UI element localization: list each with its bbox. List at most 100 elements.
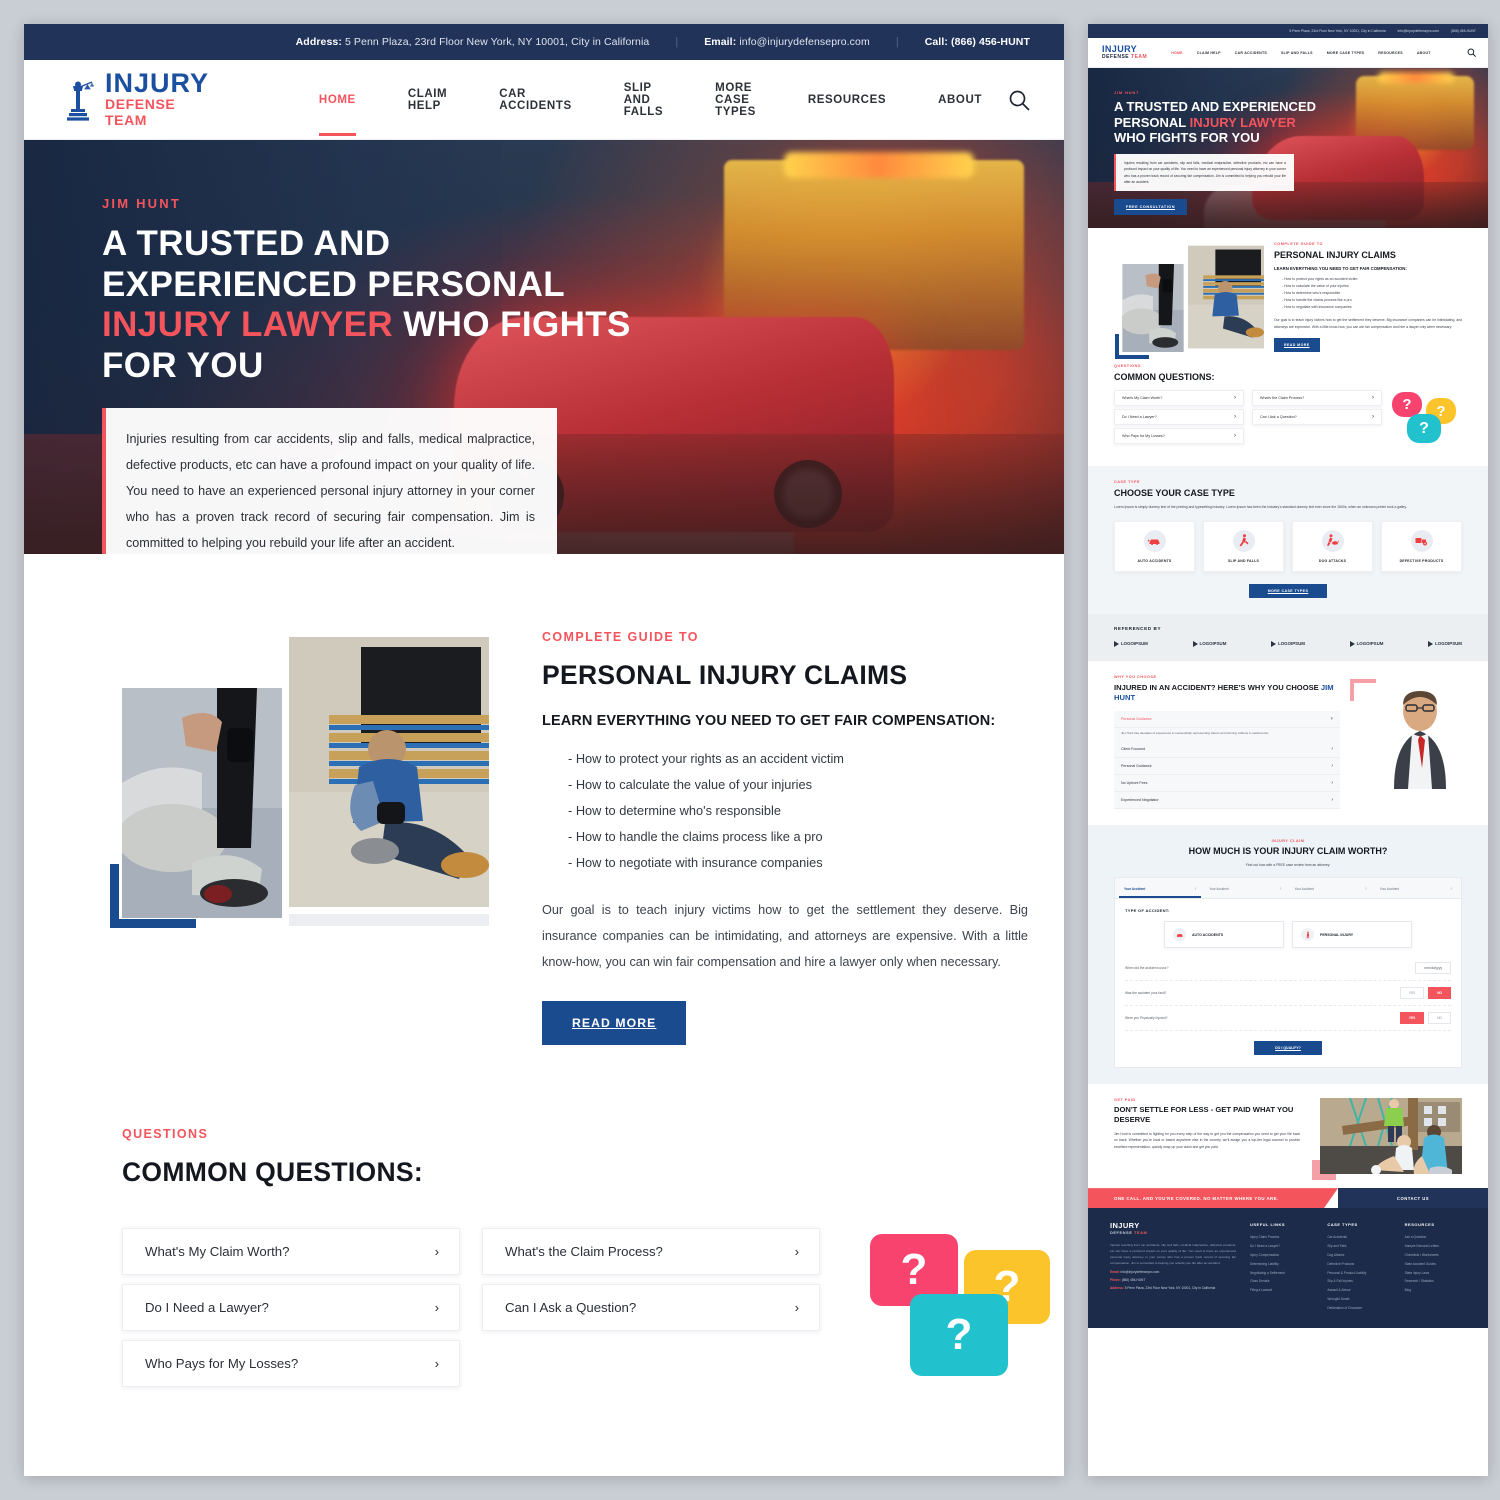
- footer-email[interactable]: Email: info@injurydefensepro.com: [1110, 1270, 1236, 1274]
- accordion-label: Personal Guidance: [1121, 716, 1152, 721]
- claim-title: HOW MUCH IS YOUR INJURY CLAIM WORTH?: [1188, 846, 1388, 857]
- footer-link[interactable]: Personal & Product Liability: [1327, 1268, 1390, 1277]
- thumb-guide-bullets: - How to protect your rights as an accid…: [1274, 275, 1462, 311]
- accordion-item[interactable]: Experienced Negotiator ›: [1114, 792, 1340, 810]
- claim-tab[interactable]: Your Accident ›: [1375, 882, 1457, 898]
- question-card[interactable]: Who Pays for My Losses? ›: [122, 1340, 460, 1388]
- thumb-guide-images: [1114, 242, 1264, 359]
- date-input[interactable]: mm/dd/yyyy: [1415, 962, 1451, 975]
- question-card[interactable]: What's the Claim Process? ›: [482, 1228, 820, 1276]
- footer-link[interactable]: State Accident Guides: [1405, 1259, 1468, 1268]
- accident-option-label: PERSONAL INJURY: [1320, 932, 1354, 937]
- divider: |: [895, 36, 899, 48]
- case-card-auto-accidents[interactable]: AUTO ACCIDENTS: [1114, 520, 1195, 572]
- claim-tab-label: Your Accident: [1379, 887, 1400, 892]
- claim-tab[interactable]: Your Accident ›: [1204, 882, 1286, 898]
- footer-link[interactable]: Negotiating a Settlement: [1250, 1268, 1313, 1277]
- nav-item-more-case-types[interactable]: MORE CASE TYPES: [689, 82, 782, 118]
- footer-link[interactable]: Ask a Question: [1405, 1233, 1468, 1242]
- accordion-item-open[interactable]: Personal Guidance ▾: [1114, 710, 1340, 728]
- thumb-nav-claim-help[interactable]: CLAIM HELP: [1197, 51, 1221, 55]
- chevron-right-icon: ›: [1194, 886, 1197, 893]
- case-card-slip-and-falls[interactable]: SLIP AND FALLS: [1203, 520, 1284, 572]
- thumb-guide-text: COMPLETE GUIDE TO PERSONAL INJURY CLAIMS…: [1274, 242, 1462, 353]
- thumb-question-card[interactable]: What's the Claim Process? ›: [1252, 390, 1382, 407]
- accident-type-options: AUTO ACCIDENTS PERSONAL INJURY: [1125, 921, 1451, 949]
- email-info[interactable]: Email: info@injurydefensepro.com: [704, 36, 870, 48]
- thumb-question-card[interactable]: Who Pays for My Losses? ›: [1114, 428, 1244, 445]
- accident-option-personal-injury[interactable]: PERSONAL INJURY: [1292, 921, 1412, 949]
- defective-products-icon: [1410, 529, 1433, 552]
- footer-link[interactable]: Injury Claim Process: [1250, 1233, 1313, 1242]
- footer-link[interactable]: Dog Attacks: [1327, 1251, 1390, 1260]
- case-card-dog-attacks[interactable]: DOG ATTACKS: [1292, 520, 1373, 572]
- thumb-read-more-button[interactable]: READ MORE: [1274, 338, 1320, 353]
- no-option[interactable]: NO: [1428, 987, 1451, 1000]
- desktop-preview: Address: 5 Penn Plaza, 23rd Floor New Yo…: [24, 24, 1064, 1476]
- footer-link[interactable]: Injury Compensation: [1250, 1251, 1313, 1260]
- footer-link[interactable]: Blog: [1405, 1286, 1468, 1295]
- thumb-logo[interactable]: INJURY DEFENSE TEAM: [1102, 45, 1147, 61]
- thumb-questions-section: QUESTIONS COMMON QUESTIONS: What's My Cl…: [1088, 352, 1488, 457]
- thumb-nav-car-accidents[interactable]: CAR ACCIDENTS: [1235, 51, 1267, 55]
- thumb-hero-kicker: JIM HUNT: [1114, 90, 1140, 95]
- footer-logo[interactable]: INJURY DEFENSE TEAM: [1110, 1222, 1236, 1235]
- footer-link[interactable]: Defective Products: [1327, 1259, 1390, 1268]
- thumb-nav-more-case-types[interactable]: MORE CASE TYPES: [1327, 51, 1365, 55]
- footer-phone[interactable]: Phone: (866) 456-HUNT: [1110, 1278, 1236, 1282]
- footer-link[interactable]: Research / Statistics: [1405, 1277, 1468, 1286]
- footer-link[interactable]: Checklists / Worksheets: [1405, 1251, 1468, 1260]
- nav-item-slip-and-falls[interactable]: SLIP AND FALLS: [598, 82, 689, 118]
- accident-option-auto[interactable]: AUTO ACCIDENTS: [1164, 921, 1284, 949]
- thumb-nav-resources[interactable]: RESOURCES: [1378, 51, 1403, 55]
- footer-link[interactable]: Wrongful Death: [1327, 1295, 1390, 1304]
- yes-option[interactable]: YES: [1399, 987, 1425, 1000]
- accordion-item[interactable]: No Upfront Fees ›: [1114, 775, 1340, 793]
- nav-item-claim-help[interactable]: CLAIM HELP: [382, 88, 473, 112]
- question-card[interactable]: What's My Claim Worth? ›: [122, 1228, 460, 1276]
- thumb-bullet: - How to determine who's responsible: [1282, 290, 1341, 295]
- nav-item-about[interactable]: ABOUT: [912, 94, 1008, 106]
- no-option[interactable]: NO: [1428, 1012, 1451, 1025]
- nav-item-car-accidents[interactable]: CAR ACCIDENTS: [473, 88, 597, 112]
- yes-option[interactable]: YES: [1399, 1012, 1425, 1025]
- claim-tab[interactable]: Your Accident ›: [1119, 882, 1202, 899]
- thumb-question-card[interactable]: What's My Claim Worth? ›: [1114, 390, 1244, 407]
- hero-title-highlight: INJURY LAWYER: [102, 305, 394, 345]
- footer-link[interactable]: Sample Demand Letters: [1405, 1242, 1468, 1251]
- thumb-nav-home[interactable]: HOME: [1171, 51, 1183, 55]
- case-card-defective-products[interactable]: DEFECTIVE PRODUCTS: [1381, 520, 1462, 572]
- more-case-types-button[interactable]: MORE CASE TYPES: [1249, 583, 1327, 598]
- footer-link[interactable]: Slip and Falls: [1327, 1242, 1390, 1251]
- footer-link[interactable]: Class Denials: [1250, 1277, 1313, 1286]
- nav-item-resources[interactable]: RESOURCES: [782, 94, 912, 106]
- contact-us-button[interactable]: CONTACT US: [1338, 1188, 1488, 1209]
- footer-link[interactable]: State Injury Laws: [1405, 1268, 1468, 1277]
- question-card[interactable]: Do I Need a Lawyer? ›: [122, 1284, 460, 1332]
- person-injury-icon: [1301, 928, 1314, 942]
- read-more-button[interactable]: READ MORE: [542, 1001, 687, 1046]
- accordion-item[interactable]: Client Focused ›: [1114, 741, 1340, 759]
- site-logo[interactable]: INJURY DEFENSE TEAM: [62, 70, 221, 129]
- question-card[interactable]: Can I Ask a Question? ›: [482, 1284, 820, 1332]
- thumb-nav-slip-and-falls[interactable]: SLIP AND FALLS: [1281, 51, 1313, 55]
- footer-link[interactable]: Filing a Lawsuit: [1250, 1286, 1313, 1295]
- footer-link[interactable]: Assault & Abuse: [1327, 1286, 1390, 1295]
- footer-link[interactable]: Determining Liability: [1250, 1259, 1313, 1268]
- do-i-qualify-button[interactable]: DO I QUALIFY?: [1254, 1041, 1322, 1056]
- thumb-nav-about[interactable]: ABOUT: [1417, 51, 1431, 55]
- accordion-item[interactable]: Personal Guidance ›: [1114, 758, 1340, 776]
- footer-link[interactable]: Car Accidents: [1327, 1233, 1390, 1242]
- chevron-right-icon: ›: [1372, 395, 1374, 402]
- thumb-search-icon[interactable]: [1467, 48, 1476, 58]
- footer-link[interactable]: Slip & Fall Injuries: [1327, 1277, 1390, 1286]
- search-icon[interactable]: [1008, 85, 1030, 115]
- thumb-question-card[interactable]: Do I Need a Lawyer? ›: [1114, 409, 1244, 426]
- footer-link[interactable]: Do I Need a Lawyer?: [1250, 1242, 1313, 1251]
- phone-info[interactable]: Call: (866) 456-HUNT: [925, 36, 1030, 48]
- thumb-question-card[interactable]: Can I Ask a Question? ›: [1252, 409, 1382, 426]
- claim-tab[interactable]: Your Accident ›: [1290, 882, 1372, 898]
- nav-item-home[interactable]: HOME: [293, 94, 382, 136]
- footer-link[interactable]: Defamation of Character: [1327, 1303, 1390, 1312]
- thumb-free-consultation-button[interactable]: FREE CONSULTATION: [1114, 199, 1187, 216]
